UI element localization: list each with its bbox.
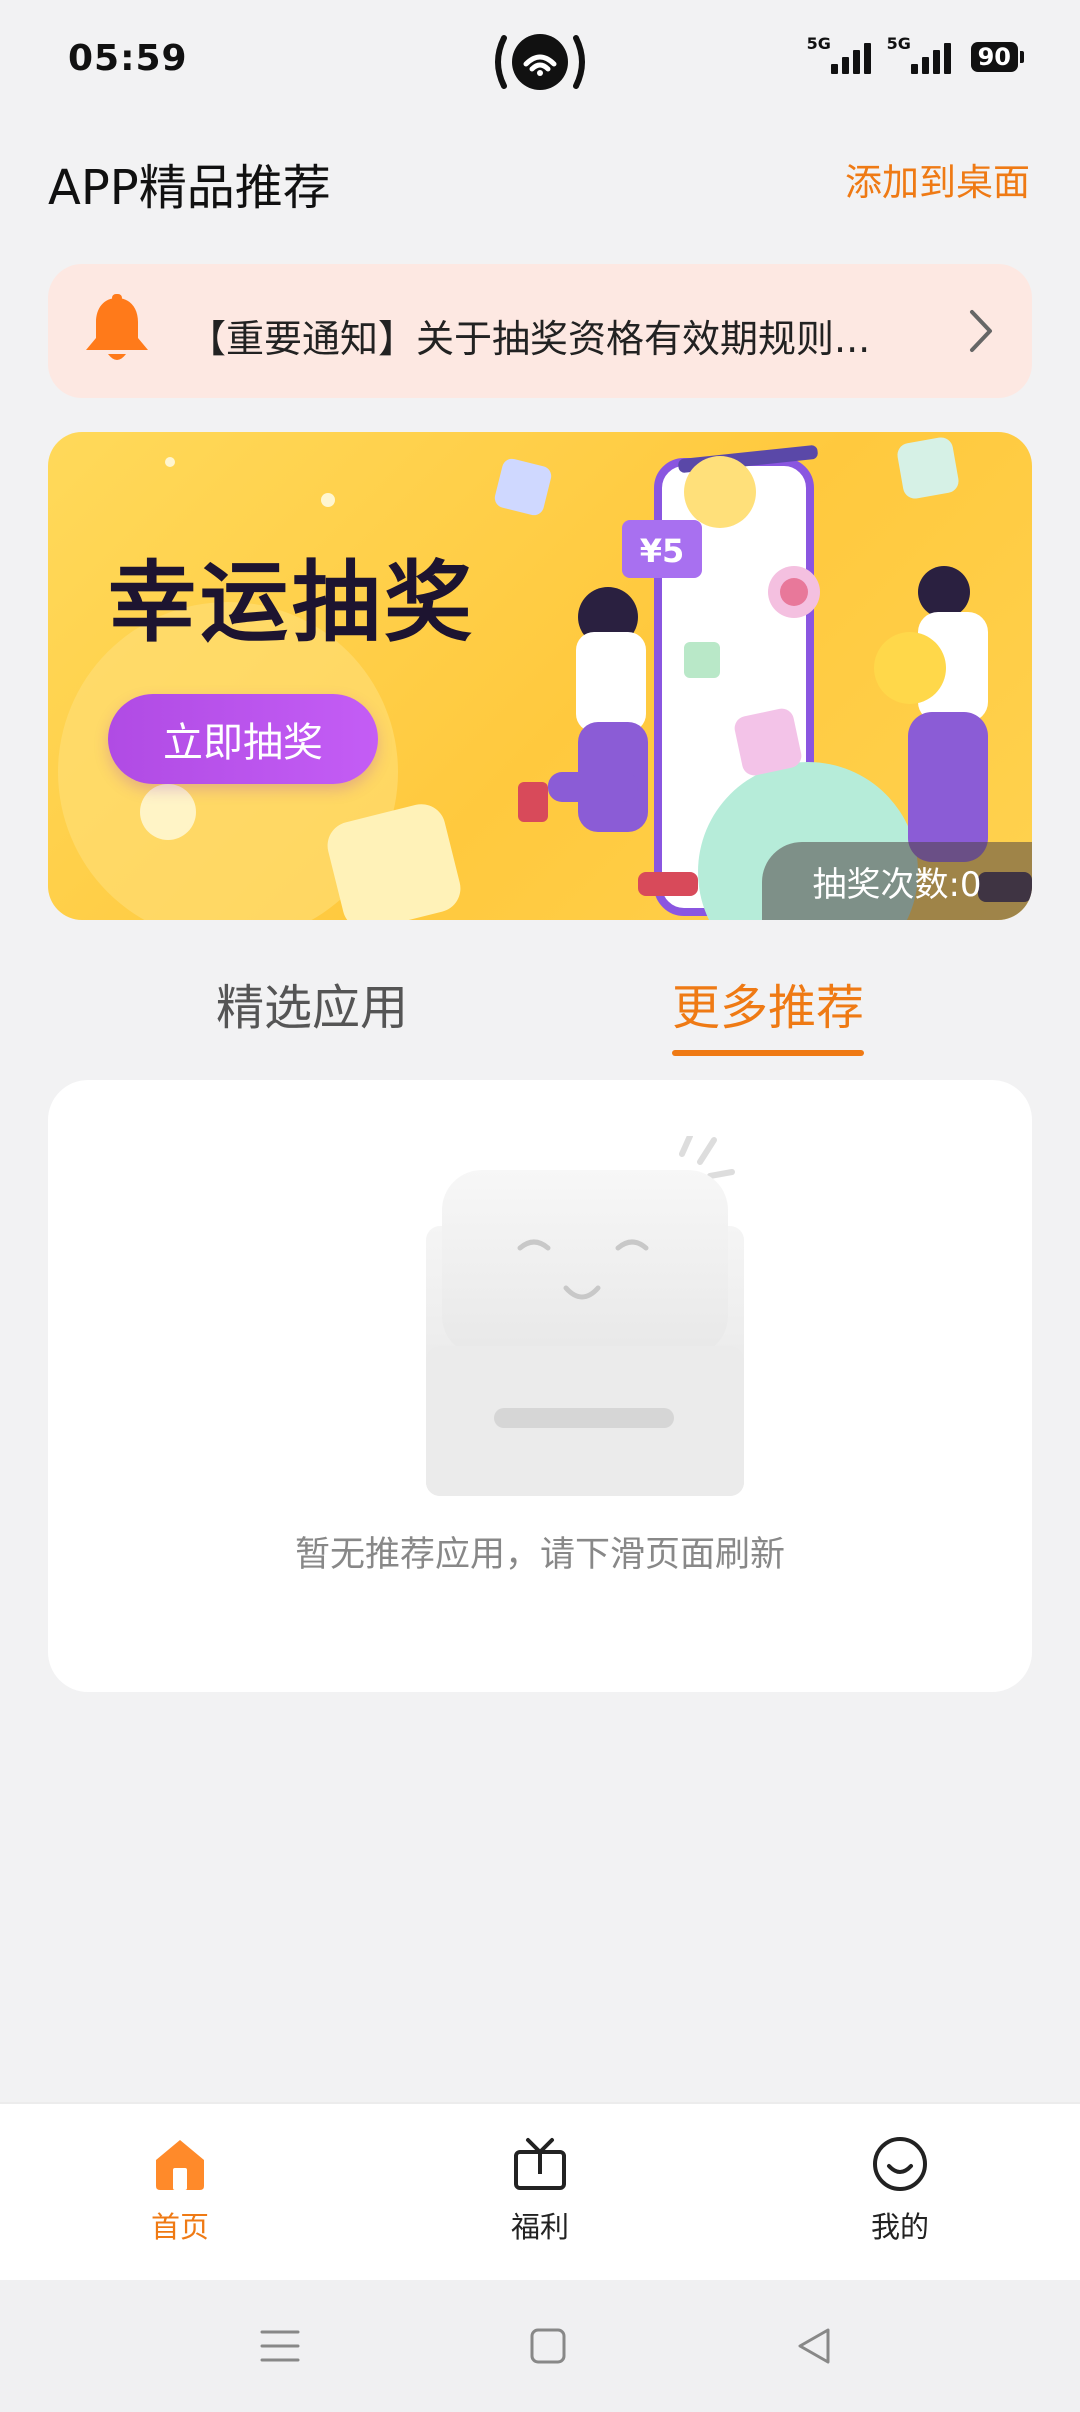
nav-item-mine[interactable]: 我的: [800, 2134, 1000, 2246]
tab-more-recommendations[interactable]: 更多推荐: [672, 968, 864, 1038]
tv-gift-icon: [514, 2138, 566, 2190]
status-bar: 05:59 5G 5G 90: [0, 0, 1080, 120]
empty-state-card: 暂无推荐应用，请下滑页面刷新: [48, 1080, 1032, 1692]
active-tab-indicator: [672, 1050, 864, 1056]
empty-state-message: 暂无推荐应用，请下滑页面刷新: [294, 1535, 785, 1575]
bottom-navigation: 首页 福利 我的: [0, 2102, 1080, 2280]
signal-icon: 5G: [807, 34, 871, 74]
nav-label-mine: 我的: [870, 2210, 929, 2244]
nav-item-home[interactable]: 首页: [80, 2134, 280, 2246]
battery-level: 90: [970, 42, 1018, 72]
status-icons: 5G 5G 90: [807, 34, 1024, 74]
back-icon[interactable]: [790, 2322, 838, 2370]
page-title: APP精品推荐: [48, 160, 331, 216]
notice-banner[interactable]: 【重要通知】关于抽奖资格有效期规则...: [48, 264, 1032, 398]
add-to-desktop-button[interactable]: 添加到桌面: [845, 152, 1030, 206]
notice-text: 【重要通知】关于抽奖资格有效期规则...: [188, 317, 871, 361]
empty-box-illustration: [426, 1136, 744, 1496]
nav-label-welfare: 福利: [510, 2210, 569, 2244]
hotspot-icon: [490, 26, 590, 98]
system-navigation-bar: [0, 2280, 1080, 2412]
lottery-banner[interactable]: ¥5 幸运抽奖 立即抽奖 抽奖次数:0: [48, 432, 1032, 920]
network-type-label: 5G: [806, 34, 831, 53]
nav-label-home: 首页: [150, 2210, 209, 2244]
chevron-right-icon: [970, 310, 992, 352]
signal-icon: 5G: [887, 34, 951, 74]
smile-face-icon: [873, 2137, 927, 2191]
home-icon: [156, 2140, 204, 2190]
home-square-icon[interactable]: [524, 2322, 572, 2370]
battery-icon: 90: [970, 42, 1024, 72]
tab-featured-apps[interactable]: 精选应用: [216, 968, 408, 1038]
coupon-label: ¥5: [640, 532, 685, 570]
draw-count-badge: 抽奖次数:0: [762, 842, 1032, 920]
network-type-label: 5G: [886, 34, 911, 53]
draw-now-button[interactable]: 立即抽奖: [108, 694, 378, 784]
menu-icon[interactable]: [256, 2322, 304, 2370]
banner-title: 幸运抽奖: [108, 551, 477, 654]
bell-icon: [86, 294, 148, 360]
status-time: 05:59: [68, 38, 188, 79]
nav-item-welfare[interactable]: 福利: [440, 2134, 640, 2246]
